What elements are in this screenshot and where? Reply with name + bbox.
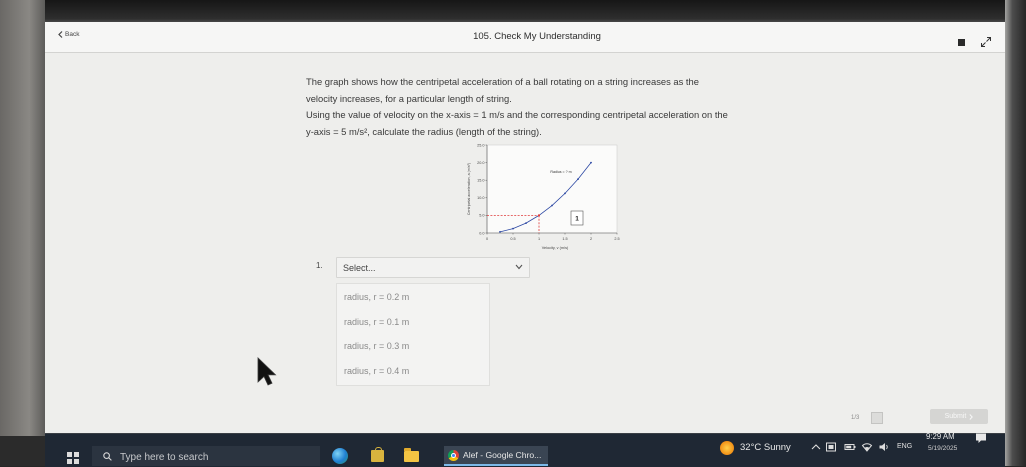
y-tick-label: 0.0 bbox=[479, 231, 484, 235]
prompt-line: velocity increases, for a particular len… bbox=[306, 92, 512, 104]
question-prompt: The graph shows how the centripetal acce… bbox=[306, 74, 728, 140]
prompt-line: The graph shows how the centripetal acce… bbox=[306, 76, 699, 87]
page-marker[interactable] bbox=[871, 412, 883, 424]
hotspot-label[interactable]: 1 bbox=[575, 216, 579, 223]
notification-icon[interactable] bbox=[975, 432, 987, 444]
chevron-up-icon[interactable] bbox=[810, 441, 822, 453]
select-options-list: radius, r = 0.2 m radius, r = 0.1 m radi… bbox=[336, 283, 490, 386]
chart-annotation: Radius = ? m bbox=[550, 170, 571, 174]
volume-icon[interactable] bbox=[878, 441, 890, 453]
wifi-icon[interactable] bbox=[861, 441, 873, 453]
file-explorer-icon[interactable] bbox=[404, 448, 419, 462]
active-app-title: Alef - Google Chro... bbox=[463, 450, 542, 460]
chevron-left-icon bbox=[58, 30, 63, 38]
data-point bbox=[551, 204, 553, 207]
monitor-top-bezel bbox=[45, 0, 1005, 22]
y-axis-title: Centripetal acceleration, a (m/s²) bbox=[467, 163, 471, 215]
x-axis-title: Velocity, v (m/s) bbox=[542, 246, 569, 250]
data-point bbox=[590, 161, 592, 164]
select-option[interactable]: radius, r = 0.4 m bbox=[337, 359, 489, 384]
mouse-cursor-icon bbox=[257, 357, 277, 386]
monitor-right-edge bbox=[1005, 0, 1026, 466]
data-point bbox=[577, 178, 579, 181]
battery-icon[interactable] bbox=[844, 441, 856, 453]
taskbar-app-chrome[interactable]: Alef - Google Chro... bbox=[444, 446, 548, 466]
y-tick-label: 10.0 bbox=[477, 196, 484, 200]
x-tick-label: 0 bbox=[486, 237, 488, 241]
expand-icon[interactable] bbox=[980, 36, 992, 48]
chrome-icon bbox=[448, 449, 459, 461]
clock-date[interactable]: 5/19/2025 bbox=[928, 444, 957, 454]
x-tick-label: 0.5 bbox=[510, 237, 515, 241]
tray-app-icon[interactable] bbox=[825, 441, 837, 453]
data-point bbox=[525, 222, 527, 225]
page-indicator: 1/3 bbox=[851, 415, 860, 421]
monitor-left-bottom bbox=[0, 436, 45, 466]
search-icon bbox=[103, 452, 112, 461]
x-tick-label: 2 bbox=[590, 237, 592, 241]
y-tick-label: 15.0 bbox=[477, 179, 484, 183]
search-placeholder: Type here to search bbox=[120, 452, 209, 463]
x-tick-label: 1.5 bbox=[562, 237, 567, 241]
y-tick-label: 5.0 bbox=[479, 214, 484, 218]
centripetal-acceleration-chart: 0.0 5.0 10.0 15.0 20.0 25.0 0 0.5 1 1.5 2 2.5 Centr… bbox=[467, 143, 620, 250]
hotspot-marker[interactable]: 1 bbox=[570, 210, 584, 226]
weather-text[interactable]: 32°C Sunny bbox=[740, 441, 791, 455]
windows-start-icon[interactable] bbox=[67, 452, 79, 464]
data-point bbox=[564, 192, 566, 195]
submit-label: Submit bbox=[944, 413, 967, 420]
stop-icon[interactable] bbox=[958, 39, 965, 46]
select-option[interactable]: radius, r = 0.2 m bbox=[337, 285, 489, 310]
store-icon[interactable] bbox=[371, 447, 384, 462]
back-link[interactable]: Back bbox=[58, 28, 79, 40]
chevron-down-icon bbox=[515, 264, 523, 270]
back-label: Back bbox=[65, 30, 80, 38]
prompt-line: Using the value of velocity on the x-axi… bbox=[306, 109, 728, 120]
y-tick-label: 25.0 bbox=[477, 143, 484, 147]
select-option[interactable]: radius, r = 0.3 m bbox=[337, 334, 489, 359]
select-placeholder: Select... bbox=[343, 263, 376, 273]
plot-area bbox=[486, 144, 618, 234]
monitor-left-edge bbox=[0, 0, 45, 436]
data-point bbox=[499, 231, 501, 233]
weather-sun-icon[interactable] bbox=[720, 441, 734, 455]
data-point bbox=[512, 227, 514, 230]
language-indicator[interactable]: ENG bbox=[897, 442, 912, 452]
clock-time[interactable]: 9:29 AM bbox=[926, 432, 955, 442]
reference-point bbox=[537, 214, 541, 217]
chevron-right-icon bbox=[969, 413, 974, 420]
question-number: 1. bbox=[316, 261, 323, 270]
select-option[interactable]: radius, r = 0.1 m bbox=[337, 310, 489, 335]
x-tick-label: 2.5 bbox=[614, 237, 619, 241]
submit-button[interactable]: Submit bbox=[930, 409, 988, 424]
y-tick-label: 20.0 bbox=[477, 161, 484, 165]
edge-icon[interactable] bbox=[332, 448, 348, 464]
page-title: 105. Check My Understanding bbox=[473, 31, 601, 42]
answer-select[interactable]: Select... bbox=[336, 257, 530, 278]
x-tick-label: 1 bbox=[538, 237, 540, 241]
